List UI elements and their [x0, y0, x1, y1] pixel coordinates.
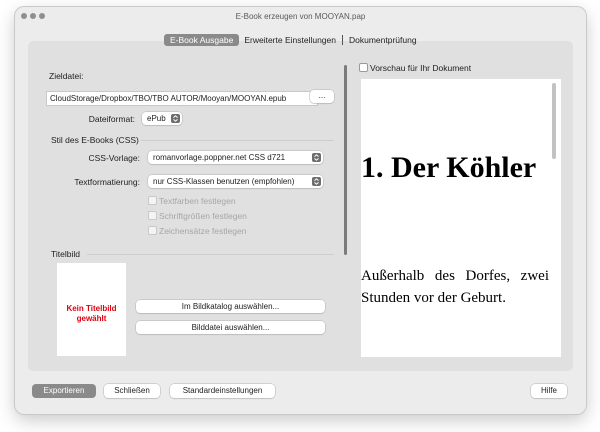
text-format-label: Textformatierung:: [74, 177, 140, 187]
browse-button[interactable]: ...: [310, 90, 334, 103]
no-cover-text: Kein Titelbild gewählt: [66, 304, 117, 323]
css-template-value: romanvorlage.poppner.net CSS d721: [153, 153, 286, 162]
text-format-value: nur CSS-Klassen benutzen (empfohlen): [153, 177, 295, 186]
preview-checkbox[interactable]: [359, 63, 368, 72]
preview-paragraph: Außerhalb des Dorfes, zwei Stunden vor d…: [361, 268, 549, 306]
target-file-label: Zieldatei:: [49, 71, 84, 81]
defaults-button[interactable]: Standardeinstellungen: [170, 384, 275, 398]
split-view-divider[interactable]: [344, 65, 347, 255]
file-format-label: Dateiformat:: [88, 114, 135, 124]
file-format-popup[interactable]: ePub: [142, 112, 182, 125]
help-button[interactable]: Hilfe: [531, 384, 567, 398]
css-section-divider: [141, 140, 334, 141]
option-zeichensaetze-checkbox[interactable]: [148, 226, 157, 235]
select-image-file-button[interactable]: Bilddatei auswählen...: [136, 321, 325, 334]
preview-heading: 1. Der Köhler: [361, 151, 537, 184]
tab-divider: [342, 35, 343, 45]
preview-scrollbar[interactable]: [552, 83, 556, 159]
cover-image-well[interactable]: Kein Titelbild gewählt: [57, 263, 126, 356]
text-format-popup[interactable]: nur CSS-Klassen benutzen (empfohlen): [148, 175, 323, 188]
tab-erweiterte-einstellungen[interactable]: Erweiterte Einstellungen: [239, 34, 341, 46]
chevron-updown-icon: [312, 153, 321, 162]
tab-ebook-ausgabe[interactable]: E-Book Ausgabe: [164, 34, 240, 46]
tab-bar: E-Book Ausgabe Erweiterte Einstellungen …: [164, 34, 422, 46]
css-template-popup[interactable]: romanvorlage.poppner.net CSS d721: [148, 151, 323, 164]
export-button[interactable]: Exportieren: [32, 384, 96, 398]
tab-dokumentpruefung[interactable]: Dokumentprüfung: [344, 34, 422, 46]
option-schriftgroessen-label: Schriftgrößen festlegen: [159, 211, 247, 221]
option-textfarben-label: Textfarben festlegen: [159, 196, 236, 206]
chevron-updown-icon: [171, 114, 180, 123]
title-bar: E-Book erzeugen von MOOYAN.pap: [15, 7, 586, 27]
file-format-value: ePub: [147, 114, 166, 123]
css-template-label: CSS-Vorlage:: [88, 153, 141, 163]
preview-checkbox-label: Vorschau für Ihr Dokument: [370, 63, 472, 73]
select-from-catalog-button[interactable]: Im Bildkatalog auswählen...: [136, 300, 325, 313]
cover-section-divider: [87, 254, 334, 255]
target-path-field[interactable]: CloudStorage/Dropbox/TBO/TBO AUTOR/Mooya…: [46, 91, 318, 106]
window-title: E-Book erzeugen von MOOYAN.pap: [235, 12, 366, 21]
close-button[interactable]: Schließen: [104, 384, 160, 398]
chevron-updown-icon: [312, 177, 321, 186]
option-zeichensaetze-label: Zeichensätze festlegen: [159, 226, 247, 236]
css-section-label: Stil des E-Books (CSS): [51, 135, 139, 145]
document-preview[interactable]: 1. Der Köhler Außerhalb des Dorfes, zwei…: [361, 79, 561, 357]
target-path-value: CloudStorage/Dropbox/TBO/TBO AUTOR/Mooya…: [50, 94, 287, 103]
option-textfarben-checkbox[interactable]: [148, 196, 157, 205]
cover-section-label: Titelbild: [51, 249, 80, 259]
option-schriftgroessen-checkbox[interactable]: [148, 211, 157, 220]
ebook-dialog-window: E-Book erzeugen von MOOYAN.pap E-Book Au…: [15, 7, 586, 414]
